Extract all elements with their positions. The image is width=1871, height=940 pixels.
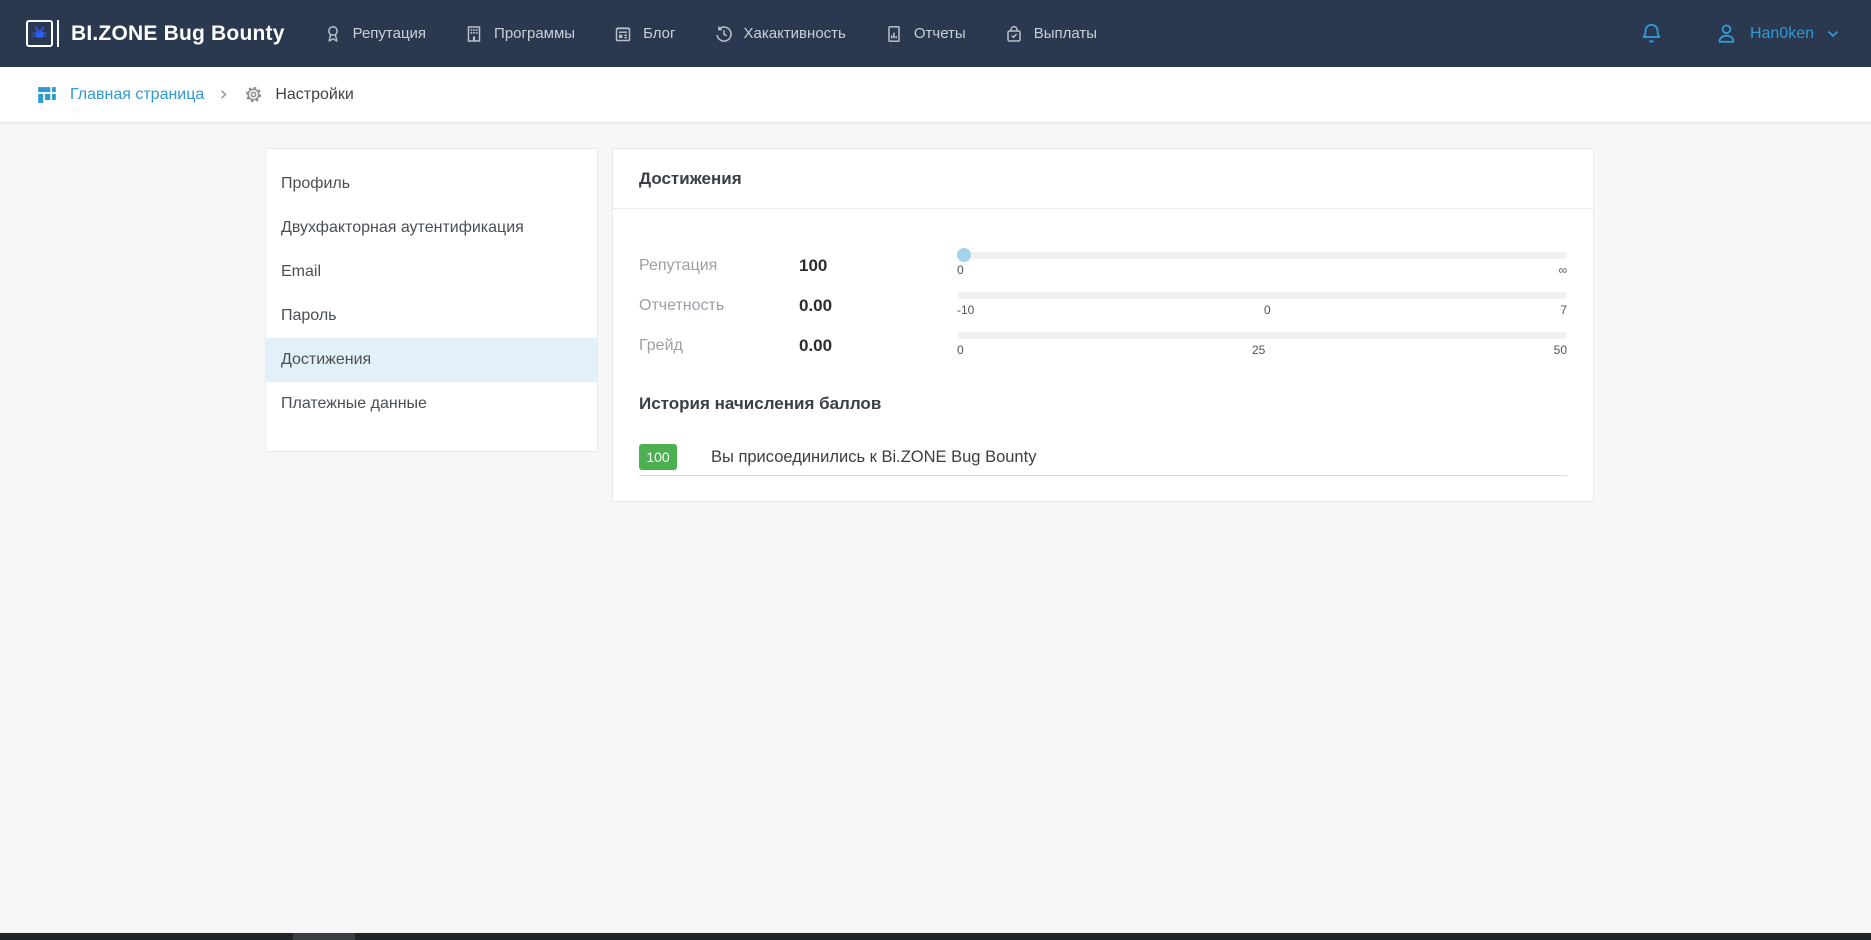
chevron-down-icon <box>1825 26 1841 42</box>
sidebar-item-label: Профиль <box>281 175 350 193</box>
footer-strip-segment <box>293 933 355 940</box>
achievements-card: Достижения Репутация 100 0 ∞ Отчетность <box>612 148 1594 502</box>
blog-icon <box>613 24 633 44</box>
metric-row-grade: Грейд 0.00 0 25 50 <box>639 326 1567 366</box>
achievements-card-body: Репутация 100 0 ∞ Отчетность 0.00 <box>613 246 1593 476</box>
logo-divider-bar <box>57 20 59 47</box>
tick-label: 25 <box>1252 343 1265 357</box>
sidebar-item-label: Достижения <box>281 351 371 369</box>
metric-value: 0.00 <box>799 296 957 316</box>
settings-sidebar: Профиль Двухфакторная аутентификация Ema… <box>265 148 598 452</box>
tick-label: 0 <box>1264 303 1271 317</box>
tick-label: 7 <box>1560 303 1567 317</box>
grade-slider: 0 25 50 <box>957 332 1567 357</box>
nav-item-hackactivity[interactable]: Хакактивность <box>714 24 846 44</box>
sidebar-item-label: Email <box>281 263 321 281</box>
breadcrumb-current: Настройки <box>243 84 353 105</box>
sidebar-item-label: Двухфакторная аутентификация <box>281 219 524 237</box>
sidebar-item-achievements[interactable]: Достижения <box>266 338 597 382</box>
sidebar-item-label: Платежные данные <box>281 395 427 413</box>
user-menu[interactable]: Han0ken <box>1714 21 1841 46</box>
dashboard-grid-icon <box>36 84 58 106</box>
nav-item-blog[interactable]: Блог <box>613 24 675 44</box>
slider-track <box>957 332 1567 339</box>
tick-label: 50 <box>1554 343 1567 357</box>
nav-item-reports[interactable]: Отчеты <box>884 24 966 44</box>
report-icon <box>884 24 904 44</box>
achievements-card-header: Достижения <box>613 149 1593 209</box>
brand-title: BI.ZONE Bug Bounty <box>71 22 285 46</box>
nav-item-label: Репутация <box>353 25 426 42</box>
breadcrumb-current-label: Настройки <box>275 86 353 104</box>
metric-value: 100 <box>799 256 957 276</box>
medal-icon <box>323 24 343 44</box>
notifications-bell-icon[interactable] <box>1639 21 1664 46</box>
nav-item-label: Программы <box>494 25 575 42</box>
points-badge: 100 <box>639 444 677 470</box>
sidebar-item-two-factor[interactable]: Двухфакторная аутентификация <box>266 206 597 250</box>
main-nav: Репутация Программы <box>323 24 1097 44</box>
breadcrumb-separator-icon <box>217 88 230 101</box>
metric-row-reputation: Репутация 100 0 ∞ <box>639 246 1567 286</box>
bizone-logo-icon <box>26 20 53 47</box>
slider-ticks: 0 ∞ <box>957 263 1567 277</box>
history-entry-row: 100 Вы присоединились к Bi.ZONE Bug Boun… <box>639 444 1567 476</box>
sidebar-item-password[interactable]: Пароль <box>266 294 597 338</box>
metric-label: Отчетность <box>639 297 799 315</box>
page-content: Профиль Двухфакторная аутентификация Ema… <box>0 123 1871 933</box>
page-title: Достижения <box>639 169 742 189</box>
building-icon <box>464 24 484 44</box>
tick-label: -10 <box>957 303 974 317</box>
tick-label: 0 <box>957 343 964 357</box>
payout-icon <box>1004 24 1024 44</box>
tick-label: 0 <box>957 263 964 277</box>
sidebar-item-profile[interactable]: Профиль <box>266 162 597 206</box>
gear-icon <box>243 84 264 105</box>
metric-label: Грейд <box>639 337 799 355</box>
username: Han0ken <box>1750 25 1814 43</box>
nav-item-label: Выплаты <box>1034 25 1097 42</box>
user-icon <box>1714 21 1739 46</box>
history-entry-text: Вы присоединились к Bi.ZONE Bug Bounty <box>711 448 1036 467</box>
reputation-slider: 0 ∞ <box>957 252 1567 277</box>
sidebar-item-label: Пароль <box>281 307 337 325</box>
metric-label: Репутация <box>639 257 799 275</box>
slider-ticks: -10 0 7 <box>957 303 1567 317</box>
reporting-slider: -10 0 7 <box>957 292 1567 317</box>
history-icon <box>714 24 734 44</box>
nav-item-programs[interactable]: Программы <box>464 24 575 44</box>
slider-track <box>957 252 1567 259</box>
navbar-right: Han0ken <box>1639 21 1841 46</box>
nav-item-payouts[interactable]: Выплаты <box>1004 24 1097 44</box>
sidebar-item-payment-details[interactable]: Платежные данные <box>266 382 597 426</box>
sidebar-item-email[interactable]: Email <box>266 250 597 294</box>
breadcrumb-home-link[interactable]: Главная страница <box>36 84 204 106</box>
breadcrumb-home-label: Главная страница <box>70 86 204 104</box>
top-navbar: BI.ZONE Bug Bounty Репутация <box>0 0 1871 67</box>
slider-track <box>957 292 1567 299</box>
metric-value: 0.00 <box>799 336 957 356</box>
brand-logo[interactable]: BI.ZONE Bug Bounty <box>26 20 285 47</box>
footer-strip <box>0 933 1871 940</box>
history-section-title: История начисления баллов <box>639 394 1567 414</box>
nav-item-label: Блог <box>643 25 675 42</box>
breadcrumb: Главная страница Настройки <box>0 67 1871 123</box>
nav-item-reputation[interactable]: Репутация <box>323 24 426 44</box>
nav-item-label: Хакактивность <box>744 25 846 42</box>
tick-label: ∞ <box>1558 263 1567 277</box>
slider-handle <box>957 248 971 262</box>
nav-item-label: Отчеты <box>914 25 966 42</box>
slider-ticks: 0 25 50 <box>957 343 1567 357</box>
metric-row-reporting: Отчетность 0.00 -10 0 7 <box>639 286 1567 326</box>
